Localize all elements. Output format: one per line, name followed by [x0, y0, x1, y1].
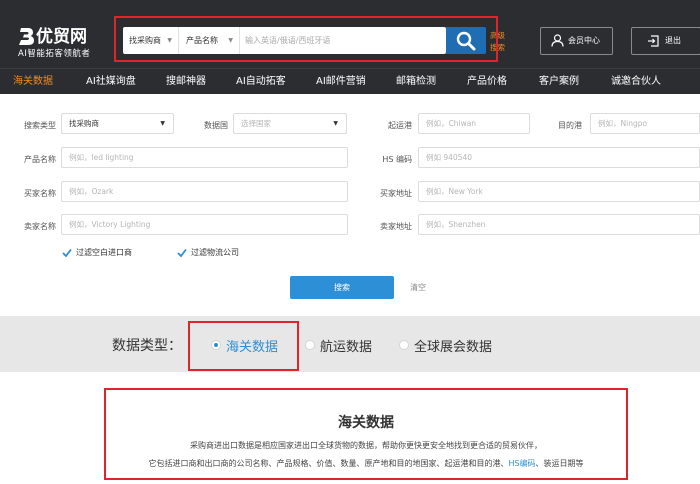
- brand-name[interactable]: 优贸网: [36, 22, 87, 47]
- hs-code-link[interactable]: HS编码: [508, 459, 535, 468]
- description-card: 海关数据 采购商进出口数据是相应国家进出口全球货物的数据，帮助你更快更安全地找到…: [104, 388, 628, 480]
- radio-unselected-icon: [305, 340, 315, 350]
- description-line-2: 它包括进口商和出口商的公司名称、产品规格、价值、数量、原产地和目的地国家、起运港…: [106, 458, 626, 469]
- b-logo-icon[interactable]: [16, 26, 36, 46]
- seller-address-input[interactable]: 例如，Shenzhen: [418, 214, 700, 235]
- country-label: 数据国: [204, 121, 228, 130]
- description-line-1: 采购商进出口数据是相应国家进出口全球货物的数据，帮助你更快更安全地找到更合适的贸…: [190, 441, 542, 450]
- dest-port-input[interactable]: 例如，Ningpo: [590, 113, 700, 134]
- search-type-dropdown[interactable]: 找采购商 ▼: [61, 113, 174, 134]
- logout-button[interactable]: 退出: [631, 27, 700, 55]
- main-nav: 海关数据 AI社媒询盘 搜邮神器 AI自动拓客 AI邮件营销 邮箱检测 产品价格…: [0, 68, 700, 94]
- nav-item-email-finder[interactable]: 搜邮神器: [166, 69, 206, 95]
- nav-item-customs-data[interactable]: 海关数据: [13, 69, 53, 95]
- country-dropdown[interactable]: 选择国家 ▼: [233, 113, 347, 134]
- seller-name-label: 卖家名称: [24, 222, 56, 231]
- clear-button[interactable]: 清空: [410, 276, 426, 299]
- nav-item-email-verification[interactable]: 邮箱检测: [396, 69, 436, 95]
- hs-code-label: HS 编码: [382, 155, 412, 164]
- radio-global-expo-data-label: 全球展会数据: [414, 340, 493, 355]
- dest-port-label: 目的港: [558, 121, 582, 130]
- data-type-highlight-frame: [188, 321, 299, 371]
- product-name-input[interactable]: 例如，led lighting: [61, 147, 348, 168]
- buyer-name-label: 买家名称: [24, 189, 56, 198]
- nav-item-ai-email-marketing[interactable]: AI邮件营销: [316, 69, 366, 95]
- hs-code-input[interactable]: 例如 940540: [418, 147, 700, 168]
- caret-down-icon: ▼: [160, 120, 165, 127]
- logout-label: 退出: [665, 36, 681, 45]
- nav-item-ai-social-inquiry[interactable]: AI社媒询盘: [86, 69, 136, 95]
- checkmark-icon: [177, 248, 187, 258]
- data-type-title: 数据类型：: [112, 338, 182, 354]
- search-highlight-frame: [114, 16, 498, 62]
- description-line-2-suffix: 、装运日期等: [535, 459, 584, 468]
- buyer-address-input[interactable]: 例如，New York: [418, 181, 700, 202]
- search-type-dropdown-value: 找采购商: [69, 119, 99, 128]
- filter-empty-importer-label: 过滤空白进口商: [76, 248, 132, 257]
- product-name-label: 产品名称: [24, 155, 56, 164]
- caret-down-icon: ▼: [333, 120, 338, 127]
- search-submit-button[interactable]: 搜索: [290, 276, 394, 299]
- filter-logistics-label: 过滤物流公司: [191, 248, 239, 257]
- origin-port-label: 起运港: [388, 121, 412, 130]
- origin-port-input[interactable]: 例如，Chiwan: [418, 113, 530, 134]
- search-type-label: 搜索类型: [24, 121, 56, 130]
- description-line-2-prefix: 它包括进口商和出口商的公司名称、产品规格、价值、数量、原产地和目的地国家、起运港…: [148, 459, 509, 468]
- nav-item-customer-cases[interactable]: 客户案例: [539, 69, 579, 95]
- brand-tagline: AI智能拓客领航者: [18, 49, 91, 59]
- seller-name-input[interactable]: 例如，Victory Lighting: [61, 214, 348, 235]
- logout-icon: [648, 35, 659, 47]
- nav-item-ai-auto-prospecting[interactable]: AI自动拓客: [236, 69, 286, 95]
- user-icon: [551, 34, 564, 47]
- description-title: 海关数据: [338, 415, 394, 431]
- radio-unselected-icon: [399, 340, 409, 350]
- checkmark-icon: [62, 248, 72, 258]
- buyer-address-label: 买家地址: [380, 189, 412, 198]
- country-dropdown-placeholder: 选择国家: [241, 119, 271, 128]
- buyer-name-input[interactable]: 例如，Ozark: [61, 181, 348, 202]
- nav-item-product-prices[interactable]: 产品价格: [467, 69, 507, 95]
- nav-item-partners[interactable]: 诚邀合伙人: [611, 69, 661, 95]
- member-center-button[interactable]: 会员中心: [540, 27, 613, 55]
- seller-address-label: 卖家地址: [380, 222, 412, 231]
- member-center-label: 会员中心: [568, 36, 600, 45]
- radio-shipping-data-label: 航运数据: [320, 340, 373, 355]
